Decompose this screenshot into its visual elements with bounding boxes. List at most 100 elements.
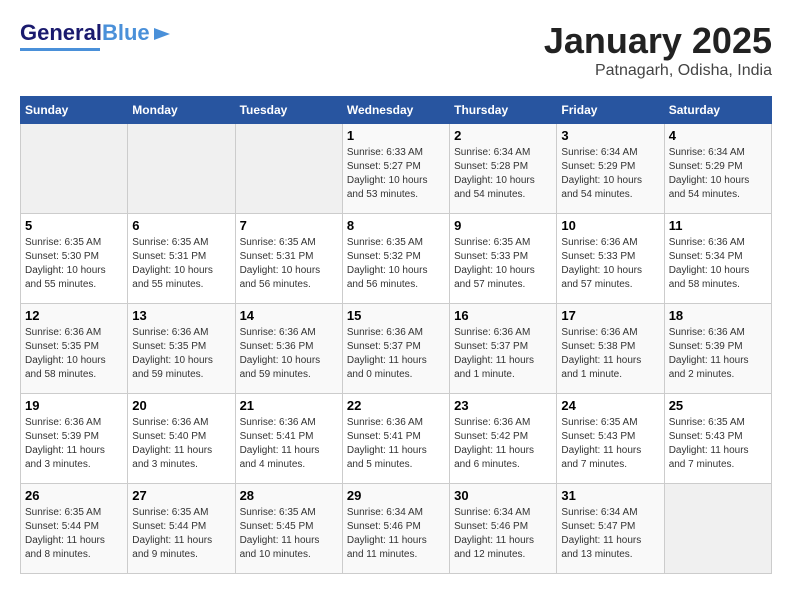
day-info: Sunrise: 6:34 AM Sunset: 5:29 PM Dayligh… — [561, 146, 659, 202]
calendar-cell: 22 Sunrise: 6:36 AM Sunset: 5:41 PM Dayli… — [342, 394, 449, 484]
calendar-cell: 15Sunrise: 6:36 AM Sunset: 5:37 PM Dayli… — [342, 304, 449, 394]
calendar-cell: 2 Sunrise: 6:34 AM Sunset: 5:28 PM Daylig… — [450, 124, 557, 214]
day-info: Sunrise: 6:36 AM Sunset: 5:39 PM Dayligh… — [669, 326, 767, 382]
calendar-cell — [235, 124, 342, 214]
day-info: Sunrise: 6:36 AM Sunset: 5:33 PM Dayligh… — [561, 236, 659, 292]
day-number: 21 — [240, 398, 338, 413]
calendar-cell: 14 Sunrise: 6:36 AM Sunset: 5:36 PM Dayli… — [235, 304, 342, 394]
day-info: Sunrise: 6:34 AM Sunset: 5:46 PM Dayligh… — [347, 506, 445, 562]
calendar-cell: 3 Sunrise: 6:34 AM Sunset: 5:29 PM Daylig… — [557, 124, 664, 214]
column-header-thursday: Thursday — [450, 97, 557, 124]
logo-general: General — [20, 20, 102, 46]
day-info: Sunrise: 6:33 AM Sunset: 5:27 PM Dayligh… — [347, 146, 445, 202]
day-info: Sunrise: 6:36 AM Sunset: 5:41 PM Dayligh… — [347, 416, 445, 472]
day-info: Sunrise: 6:36 AM Sunset: 5:38 PM Dayligh… — [561, 326, 659, 382]
day-number: 2 — [454, 128, 552, 143]
calendar-cell: 1 Sunrise: 6:33 AM Sunset: 5:27 PM Daylig… — [342, 124, 449, 214]
day-number: 31 — [561, 488, 659, 503]
calendar-cell: 28 Sunrise: 6:35 AM Sunset: 5:45 PM Dayli… — [235, 484, 342, 574]
day-info: Sunrise: 6:36 AM Sunset: 5:40 PM Dayligh… — [132, 416, 230, 472]
calendar-cell: 18Sunrise: 6:36 AM Sunset: 5:39 PM Dayli… — [664, 304, 771, 394]
column-header-tuesday: Tuesday — [235, 97, 342, 124]
day-info: Sunrise: 6:35 AM Sunset: 5:30 PM Dayligh… — [25, 236, 123, 292]
calendar-cell: 8Sunrise: 6:35 AM Sunset: 5:32 PM Daylig… — [342, 214, 449, 304]
day-info: Sunrise: 6:35 AM Sunset: 5:44 PM Dayligh… — [25, 506, 123, 562]
day-info: Sunrise: 6:36 AM Sunset: 5:36 PM Dayligh… — [240, 326, 338, 382]
day-number: 13 — [132, 308, 230, 323]
day-number: 3 — [561, 128, 659, 143]
calendar-cell: 19Sunrise: 6:36 AM Sunset: 5:39 PM Dayli… — [21, 394, 128, 484]
day-info: Sunrise: 6:35 AM Sunset: 5:45 PM Dayligh… — [240, 506, 338, 562]
logo-arrow-icon — [152, 24, 172, 44]
day-number: 9 — [454, 218, 552, 233]
day-info: Sunrise: 6:34 AM Sunset: 5:47 PM Dayligh… — [561, 506, 659, 562]
calendar-cell: 21 Sunrise: 6:36 AM Sunset: 5:41 PM Dayli… — [235, 394, 342, 484]
day-number: 28 — [240, 488, 338, 503]
day-info: Sunrise: 6:34 AM Sunset: 5:28 PM Dayligh… — [454, 146, 552, 202]
calendar-cell: 20 Sunrise: 6:36 AM Sunset: 5:40 PM Dayli… — [128, 394, 235, 484]
calendar-cell: 30Sunrise: 6:34 AM Sunset: 5:46 PM Dayli… — [450, 484, 557, 574]
day-number: 15 — [347, 308, 445, 323]
column-header-sunday: Sunday — [21, 97, 128, 124]
day-number: 17 — [561, 308, 659, 323]
day-number: 14 — [240, 308, 338, 323]
day-info: Sunrise: 6:36 AM Sunset: 5:42 PM Dayligh… — [454, 416, 552, 472]
day-info: Sunrise: 6:35 AM Sunset: 5:32 PM Dayligh… — [347, 236, 445, 292]
column-header-saturday: Saturday — [664, 97, 771, 124]
calendar-cell: 11 Sunrise: 6:36 AM Sunset: 5:34 PM Dayli… — [664, 214, 771, 304]
logo: General Blue — [20, 20, 172, 51]
calendar-cell: 13Sunrise: 6:36 AM Sunset: 5:35 PM Dayli… — [128, 304, 235, 394]
day-number: 16 — [454, 308, 552, 323]
day-number: 11 — [669, 218, 767, 233]
calendar-cell: 17 Sunrise: 6:36 AM Sunset: 5:38 PM Dayli… — [557, 304, 664, 394]
day-number: 24 — [561, 398, 659, 413]
calendar-table: SundayMondayTuesdayWednesdayThursdayFrid… — [20, 96, 772, 574]
calendar-cell: 24 Sunrise: 6:35 AM Sunset: 5:43 PM Dayli… — [557, 394, 664, 484]
month-title: January 2025 — [544, 20, 772, 62]
title-area: January 2025 Patnagarh, Odisha, India — [544, 20, 772, 80]
calendar-cell: 26Sunrise: 6:35 AM Sunset: 5:44 PM Dayli… — [21, 484, 128, 574]
day-number: 12 — [25, 308, 123, 323]
day-info: Sunrise: 6:35 AM Sunset: 5:31 PM Dayligh… — [132, 236, 230, 292]
calendar-cell: 6 Sunrise: 6:35 AM Sunset: 5:31 PM Daylig… — [128, 214, 235, 304]
day-number: 6 — [132, 218, 230, 233]
calendar-cell: 5Sunrise: 6:35 AM Sunset: 5:30 PM Daylig… — [21, 214, 128, 304]
day-info: Sunrise: 6:36 AM Sunset: 5:35 PM Dayligh… — [25, 326, 123, 382]
day-number: 10 — [561, 218, 659, 233]
day-info: Sunrise: 6:35 AM Sunset: 5:31 PM Dayligh… — [240, 236, 338, 292]
day-number: 30 — [454, 488, 552, 503]
page-header: General Blue January 2025 Patnagarh, Odi… — [20, 20, 772, 80]
calendar-cell: 10 Sunrise: 6:36 AM Sunset: 5:33 PM Dayli… — [557, 214, 664, 304]
calendar-cell — [664, 484, 771, 574]
day-info: Sunrise: 6:35 AM Sunset: 5:43 PM Dayligh… — [561, 416, 659, 472]
day-info: Sunrise: 6:36 AM Sunset: 5:41 PM Dayligh… — [240, 416, 338, 472]
day-number: 25 — [669, 398, 767, 413]
logo-divider — [20, 48, 100, 51]
logo-blue: Blue — [102, 20, 150, 46]
calendar-cell: 7 Sunrise: 6:35 AM Sunset: 5:31 PM Daylig… — [235, 214, 342, 304]
day-number: 29 — [347, 488, 445, 503]
column-header-friday: Friday — [557, 97, 664, 124]
calendar-cell: 16Sunrise: 6:36 AM Sunset: 5:37 PM Dayli… — [450, 304, 557, 394]
calendar-header-row: SundayMondayTuesdayWednesdayThursdayFrid… — [21, 97, 772, 124]
calendar-cell — [128, 124, 235, 214]
day-number: 19 — [25, 398, 123, 413]
day-number: 27 — [132, 488, 230, 503]
day-number: 7 — [240, 218, 338, 233]
day-number: 1 — [347, 128, 445, 143]
calendar-cell: 9Sunrise: 6:35 AM Sunset: 5:33 PM Daylig… — [450, 214, 557, 304]
calendar-week-row: 5Sunrise: 6:35 AM Sunset: 5:30 PM Daylig… — [21, 214, 772, 304]
calendar-week-row: 26Sunrise: 6:35 AM Sunset: 5:44 PM Dayli… — [21, 484, 772, 574]
calendar-cell: 4 Sunrise: 6:34 AM Sunset: 5:29 PM Daylig… — [664, 124, 771, 214]
day-number: 22 — [347, 398, 445, 413]
day-info: Sunrise: 6:34 AM Sunset: 5:29 PM Dayligh… — [669, 146, 767, 202]
day-info: Sunrise: 6:36 AM Sunset: 5:34 PM Dayligh… — [669, 236, 767, 292]
day-number: 23 — [454, 398, 552, 413]
column-header-wednesday: Wednesday — [342, 97, 449, 124]
calendar-cell: 25Sunrise: 6:35 AM Sunset: 5:43 PM Dayli… — [664, 394, 771, 484]
calendar-cell — [21, 124, 128, 214]
calendar-cell: 23 Sunrise: 6:36 AM Sunset: 5:42 PM Dayli… — [450, 394, 557, 484]
day-number: 20 — [132, 398, 230, 413]
day-number: 4 — [669, 128, 767, 143]
location-subtitle: Patnagarh, Odisha, India — [544, 62, 772, 80]
